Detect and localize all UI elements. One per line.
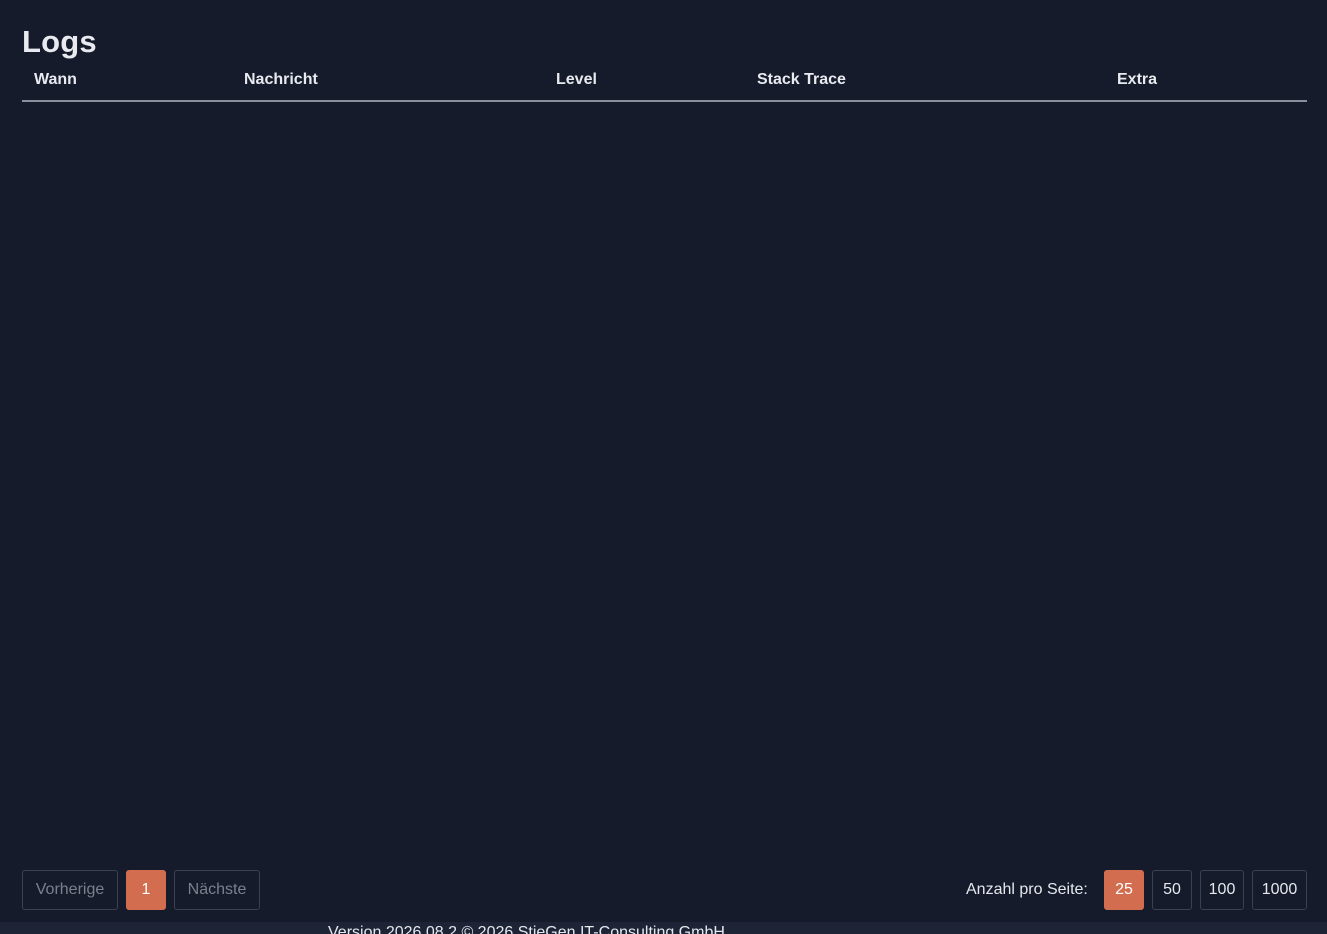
per-page-1000-button[interactable]: 1000 bbox=[1252, 870, 1307, 910]
table-header: Wann Nachricht Level Stack Trace Extra bbox=[22, 64, 1307, 102]
logs-page: Logs Wann Nachricht Level Stack Trace Ex… bbox=[0, 0, 1327, 934]
column-header-nachricht[interactable]: Nachricht bbox=[244, 71, 318, 89]
next-page-button[interactable]: Nächste bbox=[174, 870, 260, 910]
previous-page-button[interactable]: Vorherige bbox=[22, 870, 118, 910]
column-header-extra[interactable]: Extra bbox=[1117, 71, 1157, 89]
per-page-25-button[interactable]: 25 bbox=[1104, 870, 1144, 910]
per-page-50-button[interactable]: 50 bbox=[1152, 870, 1192, 910]
column-header-wann[interactable]: Wann bbox=[34, 71, 77, 89]
per-page-selector: Anzahl pro Seite: 25 50 100 1000 bbox=[966, 870, 1307, 910]
footer: Version 2026.08.2 © 2026 StieGen IT-Cons… bbox=[0, 922, 1327, 934]
table-body bbox=[22, 102, 1307, 842]
column-header-stack-trace[interactable]: Stack Trace bbox=[757, 71, 846, 89]
footer-version-text: Version 2026.08.2 © 2026 StieGen IT-Cons… bbox=[328, 924, 725, 934]
page-title: Logs bbox=[22, 24, 97, 59]
per-page-100-button[interactable]: 100 bbox=[1200, 870, 1244, 910]
per-page-label: Anzahl pro Seite: bbox=[966, 881, 1088, 898]
page-1-button[interactable]: 1 bbox=[126, 870, 166, 910]
column-header-level[interactable]: Level bbox=[556, 71, 597, 89]
